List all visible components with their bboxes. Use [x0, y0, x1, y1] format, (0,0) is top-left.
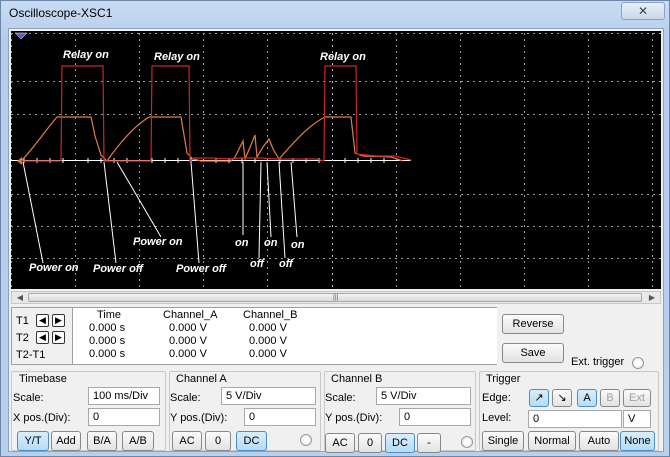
center-axis [11, 33, 411, 287]
t2-time: 0.000 s [89, 335, 126, 347]
diff-channel-a: 0.000 V [169, 348, 207, 360]
timebase-scale-field[interactable]: 100 ms/Div [88, 387, 160, 405]
trigger-title: Trigger [486, 373, 521, 385]
window-title: Oscilloscope-XSC1 [9, 6, 113, 20]
annotation-on-3: on [291, 239, 305, 251]
trigger-source-b-button[interactable]: B [600, 389, 620, 407]
header-channel-b: Channel_B [243, 309, 298, 321]
timebase-title: Timebase [19, 373, 67, 385]
channel-a-ypos-label: Y pos.(Div): [170, 412, 228, 424]
channel-b-ypos-label: Y pos.(Div): [325, 412, 383, 424]
t2-channel-b: 0.000 V [249, 335, 287, 347]
channel-b-ac-button[interactable]: AC [325, 433, 355, 453]
t1-time: 0.000 s [89, 322, 126, 334]
diff-time: 0.000 s [89, 348, 126, 360]
trigger-level-unit[interactable]: V [623, 410, 651, 428]
annotation-power-on-2: Power on [133, 236, 183, 248]
trigger-source-a-button[interactable]: A [577, 389, 597, 407]
annotation-power-off-1: Power off [93, 263, 143, 275]
t2-right-arrow-icon[interactable]: ▶ [52, 331, 65, 344]
annotation-relay-on-2: Relay on [154, 51, 200, 63]
cursor-t2-label: T2 [16, 332, 29, 344]
cursor-readout-panel: T1 ◀ ▶ T2 ◀ ▶ T2-T1 Time Channel_A Chann… [11, 307, 497, 365]
annotation-power-off-2: Power off [176, 263, 226, 275]
trace-channel-a [20, 116, 404, 162]
annotation-relay-on-3: Relay on [320, 51, 366, 63]
scrollbar-thumb[interactable]: ||| [28, 293, 642, 302]
ext-trigger-label: Ext. trigger [571, 356, 625, 368]
t1-channel-a: 0.000 V [169, 322, 207, 334]
channel-a-scale-field[interactable]: 5 V/Div [221, 387, 316, 405]
reverse-button[interactable]: Reverse [502, 314, 564, 334]
oscilloscope-window: Oscilloscope-XSC1 ✕ Relay on Relay on Re… [0, 0, 670, 457]
falling-edge-icon[interactable]: ↘ [552, 389, 572, 407]
t2-channel-a: 0.000 V [169, 335, 207, 347]
channel-b-title: Channel B [331, 373, 383, 385]
trigger-marker-icon [14, 32, 28, 40]
trigger-edge-label: Edge: [482, 392, 511, 404]
channel-b-dc-button[interactable]: DC [385, 433, 415, 453]
channel-a-scale-label: Scale: [170, 392, 201, 404]
scope-screen: Relay on Relay on Relay on Power on Powe… [11, 31, 661, 289]
mode-ab-button[interactable]: A/B [122, 431, 154, 451]
t1-right-arrow-icon[interactable]: ▶ [52, 314, 65, 327]
header-time: Time [97, 309, 122, 321]
mode-yt-button[interactable]: Y/T [17, 431, 49, 451]
annotation-off-2: off [279, 258, 293, 270]
channel-b-zero-button[interactable]: 0 [358, 433, 382, 453]
trigger-level-label: Level: [482, 412, 512, 424]
channel-a-ypos-field[interactable]: 0 [244, 408, 316, 426]
annotation-on-2: on [264, 237, 278, 249]
cursor-t2-t1-label: T2-T1 [16, 349, 46, 361]
channel-b-minus-button[interactable]: - [417, 433, 441, 453]
timebase-xpos-label: X pos.(Div): [13, 412, 71, 424]
trigger-none-button[interactable]: None [620, 431, 655, 451]
channel-a-zero-button[interactable]: 0 [205, 431, 231, 451]
channel-a-title: Channel A [176, 373, 227, 385]
scroll-left-icon[interactable]: ◀ [13, 292, 27, 303]
channel-b-ypos-field[interactable]: 0 [399, 408, 471, 426]
mode-add-button[interactable]: Add [51, 431, 81, 451]
channel-b-scale-label: Scale: [325, 392, 356, 404]
t1-channel-b: 0.000 V [249, 322, 287, 334]
trigger-level-field[interactable]: 0 [528, 410, 622, 428]
mode-ba-button[interactable]: B/A [87, 431, 117, 451]
ext-trigger-terminal[interactable] [632, 357, 644, 369]
annotation-relay-on-1: Relay on [63, 49, 109, 61]
trace-channel-b [21, 65, 412, 163]
oscilloscope-panel: Relay on Relay on Relay on Power on Powe… [8, 28, 664, 453]
scroll-grip-icon: ||| [333, 294, 339, 301]
horizontal-scrollbar[interactable]: ◀ ||| ▶ [11, 291, 661, 304]
diff-channel-b: 0.000 V [249, 348, 287, 360]
timebase-scale-label: Scale: [13, 392, 44, 404]
rising-edge-icon[interactable]: ↗ [529, 389, 549, 407]
annotation-power-on-1: Power on [29, 262, 79, 274]
channel-b-terminal[interactable] [461, 436, 473, 448]
channel-a-terminal[interactable] [300, 434, 312, 446]
trigger-normal-button[interactable]: Normal [528, 431, 576, 451]
cursor-t1-label: T1 [16, 315, 29, 327]
scroll-right-icon[interactable]: ▶ [645, 292, 659, 303]
trigger-single-button[interactable]: Single [482, 431, 524, 451]
annotation-on-1: on [235, 237, 249, 249]
save-button[interactable]: Save [502, 343, 564, 363]
close-button[interactable]: ✕ [621, 2, 665, 20]
channel-a-dc-button[interactable]: DC [236, 431, 267, 451]
t2-left-arrow-icon[interactable]: ◀ [36, 331, 49, 344]
timebase-xpos-field[interactable]: 0 [88, 408, 160, 426]
annotation-off-1: off [250, 258, 264, 270]
channel-b-scale-field[interactable]: 5 V/Div [376, 387, 471, 405]
scope-display [11, 32, 661, 287]
header-channel-a: Channel_A [163, 309, 218, 321]
trigger-source-ext-button[interactable]: Ext [623, 389, 651, 407]
channel-a-ac-button[interactable]: AC [172, 431, 202, 451]
trigger-auto-button[interactable]: Auto [579, 431, 619, 451]
t1-left-arrow-icon[interactable]: ◀ [36, 314, 49, 327]
cursor-readout-table: Time Channel_A Channel_B 0.000 s 0.000 V… [72, 308, 497, 364]
